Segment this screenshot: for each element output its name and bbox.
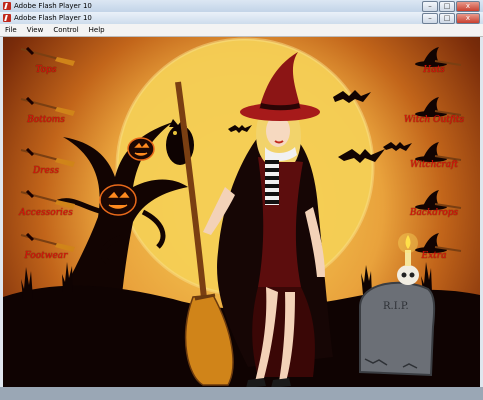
back-close-button[interactable]: x — [456, 1, 480, 12]
nav-tops-button[interactable]: Tops — [11, 47, 81, 75]
maximize-button[interactable]: □ — [439, 13, 455, 24]
nav-backdrops-button[interactable]: Backdrops — [399, 190, 469, 218]
nav-dress-label: Dress — [32, 166, 60, 176]
nav-witch-outfits-button[interactable]: Witch Outfits — [399, 97, 469, 125]
menu-view[interactable]: View — [22, 24, 49, 36]
back-maximize-button[interactable]: □ — [439, 1, 455, 12]
nav-bottoms-button[interactable]: Bottoms — [11, 97, 81, 125]
nav-hats-button[interactable]: Hats — [399, 47, 469, 75]
menu-file[interactable]: File — [0, 24, 22, 36]
nav-witchcraft-button[interactable]: Witchcraft — [399, 142, 469, 170]
nav-extra-label: Extra — [421, 251, 447, 261]
witch-hat-icon — [415, 97, 462, 117]
nav-bottoms-label: Bottoms — [27, 115, 65, 125]
menu-help[interactable]: Help — [84, 24, 110, 36]
back-minimize-button[interactable]: – — [422, 1, 438, 12]
flash-player-icon — [3, 14, 11, 22]
window-bottom-border — [0, 387, 483, 400]
broom-icon — [20, 97, 75, 116]
close-button[interactable]: x — [456, 13, 480, 24]
skull — [397, 265, 419, 285]
broom-icon — [20, 190, 75, 209]
witch-hat-icon — [415, 233, 462, 253]
nav-accessories-label: Accessories — [19, 208, 73, 218]
nav-hats-label: Hats — [423, 65, 445, 75]
game-stage: R.I.P. Tops Bottoms Dress Accessories Fo… — [3, 37, 480, 387]
witch-hat-icon — [415, 190, 462, 210]
broom-icon — [20, 47, 75, 66]
menu-control[interactable]: Control — [48, 24, 83, 36]
menu-bar: File View Control Help — [0, 24, 483, 37]
nav-backdrops-label: Backdrops — [409, 208, 459, 218]
witch-hat-icon — [415, 142, 462, 162]
nav-dress-button[interactable]: Dress — [11, 148, 81, 176]
nav-witch-outfits-label: Witch Outfits — [403, 115, 465, 125]
back-window-titlebar[interactable]: Adobe Flash Player 10 – □ x — [0, 0, 483, 12]
front-window-title: Adobe Flash Player 10 — [14, 14, 92, 22]
nav-extra-button[interactable]: Extra — [399, 233, 469, 261]
broom-icon — [20, 233, 75, 252]
minimize-button[interactable]: – — [422, 13, 438, 24]
nav-footwear-button[interactable]: Footwear — [11, 233, 81, 261]
nav-witchcraft-label: Witchcraft — [409, 160, 459, 170]
nav-footwear-label: Footwear — [24, 251, 68, 261]
gravestone-rip-text: R.I.P. — [383, 301, 409, 312]
nav-tops-label: Tops — [35, 65, 57, 75]
jack-o-lantern — [99, 184, 137, 216]
broom-icon — [20, 148, 75, 167]
gravestone — [359, 281, 436, 377]
back-window-title: Adobe Flash Player 10 — [14, 2, 92, 10]
nav-accessories-button[interactable]: Accessories — [11, 190, 81, 218]
flash-player-icon — [3, 2, 11, 10]
jack-o-lantern — [127, 137, 155, 161]
witch-hat-icon — [415, 47, 462, 67]
